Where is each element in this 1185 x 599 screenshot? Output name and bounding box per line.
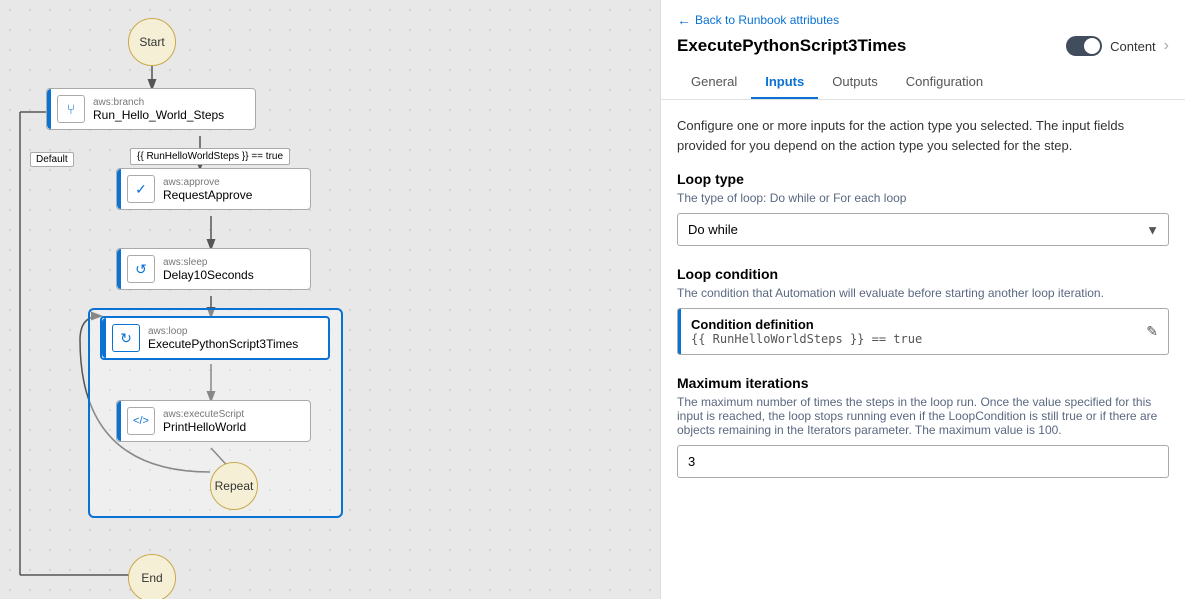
- script-icon: </>: [127, 407, 155, 435]
- approve-name: RequestApprove: [163, 188, 252, 202]
- loop-condition-title: Loop condition: [677, 266, 1169, 282]
- branch-icon: ⑂: [57, 95, 85, 123]
- right-panel: ← Back to Runbook attributes ExecutePyth…: [660, 0, 1185, 599]
- loop-type-subtitle: The type of loop: Do while or For each l…: [677, 191, 1169, 205]
- loop-name: ExecutePythonScript3Times: [148, 337, 298, 351]
- diagram-content: Start ⑂ aws:branch Run_Hello_World_Steps…: [0, 0, 660, 599]
- tab-configuration[interactable]: Configuration: [892, 66, 997, 99]
- max-iter-title: Maximum iterations: [677, 375, 1169, 391]
- approve-text: aws:approve RequestApprove: [163, 177, 252, 202]
- approve-icon: ✓: [127, 175, 155, 203]
- approve-handle: [117, 169, 121, 209]
- loop-type: aws:loop: [148, 326, 298, 337]
- sleep-type: aws:sleep: [163, 257, 254, 268]
- default-label: Default: [30, 152, 74, 167]
- title-controls: Content ›: [1066, 36, 1169, 56]
- sleep-text: aws:sleep Delay10Seconds: [163, 257, 254, 282]
- branch-node[interactable]: ⑂ aws:branch Run_Hello_World_Steps: [46, 88, 256, 130]
- chevron-right-icon[interactable]: ›: [1164, 37, 1169, 55]
- branch-type: aws:branch: [93, 97, 224, 108]
- condition-badge: {{ RunHelloWorldSteps }} == true: [130, 148, 290, 165]
- loop-condition-subtitle: The condition that Automation will evalu…: [677, 286, 1169, 300]
- back-link-text: Back to Runbook attributes: [695, 13, 839, 27]
- loop-type-select-wrapper: Do while For each loop ▼: [677, 213, 1169, 246]
- condition-inner: Condition definition {{ RunHelloWorldSte…: [678, 309, 1168, 354]
- sleep-node[interactable]: ↺ aws:sleep Delay10Seconds: [116, 248, 311, 290]
- start-label: Start: [139, 35, 164, 49]
- max-iter-input[interactable]: [677, 445, 1169, 478]
- loop-type-select[interactable]: Do while For each loop: [677, 213, 1169, 246]
- back-link[interactable]: ← Back to Runbook attributes: [677, 12, 1169, 28]
- script-handle: [117, 401, 121, 441]
- right-content: Configure one or more inputs for the act…: [661, 100, 1185, 599]
- script-type: aws:executeScript: [163, 409, 246, 420]
- branch-handle: [47, 89, 51, 129]
- script-text: aws:executeScript PrintHelloWorld: [163, 409, 246, 434]
- repeat-label: Repeat: [215, 479, 254, 493]
- content-label: Content: [1110, 39, 1156, 54]
- sleep-icon: ↺: [127, 255, 155, 283]
- tabs-bar: General Inputs Outputs Configuration: [677, 66, 1169, 99]
- condition-value: {{ RunHelloWorldSteps }} == true: [691, 332, 1136, 346]
- inputs-description: Configure one or more inputs for the act…: [677, 116, 1169, 155]
- branch-name: Run_Hello_World_Steps: [93, 108, 224, 122]
- tab-outputs[interactable]: Outputs: [818, 66, 892, 99]
- branch-text: aws:branch Run_Hello_World_Steps: [93, 97, 224, 122]
- condition-body: Condition definition {{ RunHelloWorldSte…: [681, 309, 1146, 354]
- approve-type: aws:approve: [163, 177, 252, 188]
- end-label: End: [141, 571, 162, 585]
- title-row: ExecutePythonScript3Times Content ›: [677, 36, 1169, 56]
- script-node[interactable]: </> aws:executeScript PrintHelloWorld: [116, 400, 311, 442]
- loop-node[interactable]: ↻ aws:loop ExecutePythonScript3Times: [100, 316, 330, 360]
- max-iter-subtitle: The maximum number of times the steps in…: [677, 395, 1169, 437]
- condition-definition-label: Condition definition: [691, 317, 1136, 332]
- step-title: ExecutePythonScript3Times: [677, 36, 906, 56]
- repeat-node[interactable]: Repeat: [210, 462, 258, 510]
- end-node[interactable]: End: [128, 554, 176, 599]
- start-node[interactable]: Start: [128, 18, 176, 66]
- back-arrow-icon: ←: [677, 12, 691, 28]
- tab-general[interactable]: General: [677, 66, 751, 99]
- loop-icon: ↻: [112, 324, 140, 352]
- sleep-handle: [117, 249, 121, 289]
- loop-type-title: Loop type: [677, 171, 1169, 187]
- approve-node[interactable]: ✓ aws:approve RequestApprove: [116, 168, 311, 210]
- condition-box: Condition definition {{ RunHelloWorldSte…: [677, 308, 1169, 355]
- loop-text: aws:loop ExecutePythonScript3Times: [148, 326, 298, 351]
- right-header: ← Back to Runbook attributes ExecutePyth…: [661, 0, 1185, 100]
- script-name: PrintHelloWorld: [163, 420, 246, 434]
- edit-icon[interactable]: ✎: [1146, 315, 1168, 348]
- tab-inputs[interactable]: Inputs: [751, 66, 818, 99]
- loop-handle: [102, 318, 106, 358]
- sleep-name: Delay10Seconds: [163, 268, 254, 282]
- diagram-panel: Start ⑂ aws:branch Run_Hello_World_Steps…: [0, 0, 660, 599]
- content-toggle[interactable]: [1066, 36, 1102, 56]
